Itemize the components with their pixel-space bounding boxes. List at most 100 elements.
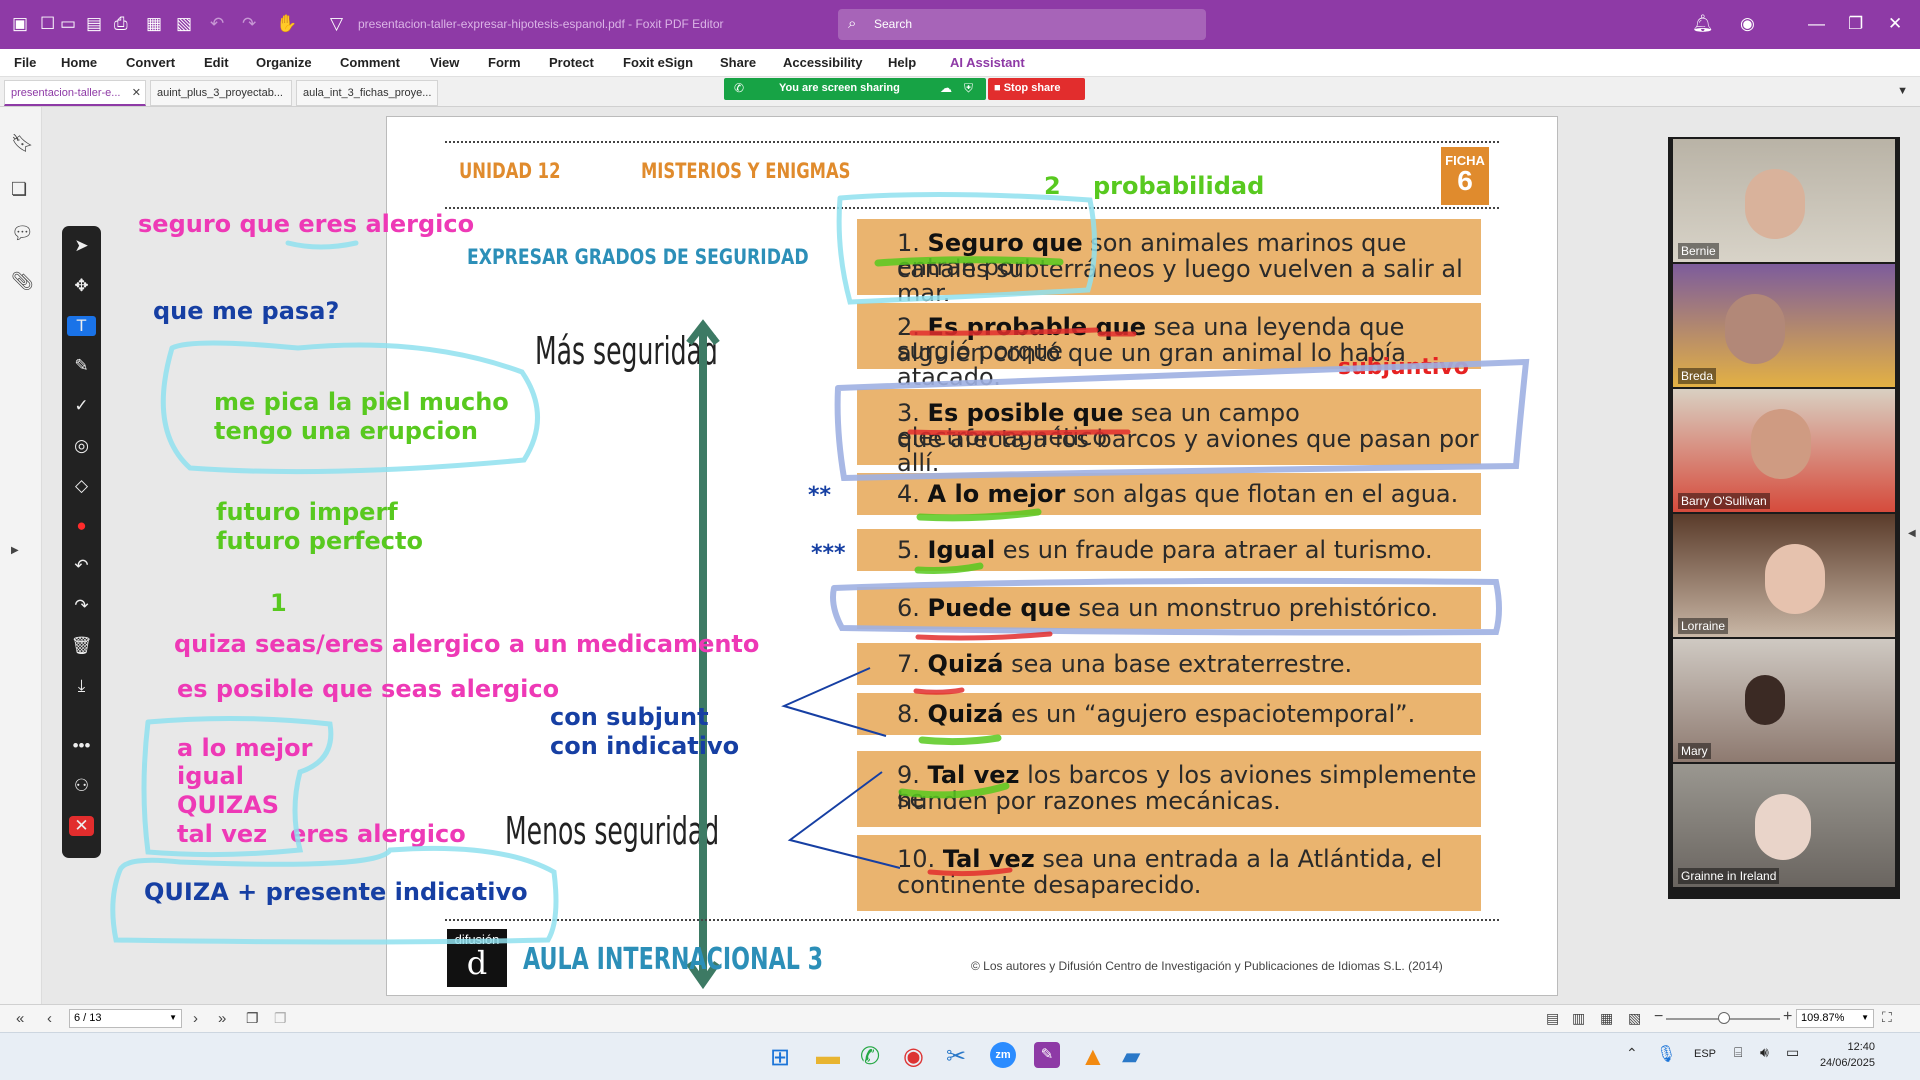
participant-tile[interactable]: Bernie [1673, 139, 1895, 262]
attachment-icon[interactable]: 📎︎ [11, 271, 34, 292]
pages-icon[interactable]: ❏ [11, 179, 27, 200]
menu-view[interactable]: View [430, 55, 459, 70]
whiteboard-icon[interactable]: ▰ [1122, 1042, 1140, 1071]
account-icon[interactable]: ◉ [1740, 14, 1755, 34]
vlc-icon[interactable]: ▲ [1080, 1041, 1106, 1072]
hand-tool-icon[interactable]: ✋ [276, 14, 297, 34]
stop-share-button[interactable]: ■ Stop share [988, 78, 1085, 100]
menu-organize[interactable]: Organize [256, 55, 312, 70]
bell-icon[interactable]: 🔔︎ [1692, 14, 1714, 34]
participant-tile[interactable]: Mary [1673, 639, 1895, 762]
last-page-icon[interactable]: » [218, 1010, 226, 1027]
print-icon[interactable]: ⎙ [114, 14, 128, 34]
volume-icon[interactable]: 🔊︎ [1760, 1044, 1769, 1061]
select-tool-icon[interactable]: ➤ [62, 236, 101, 256]
tray-chevron-icon[interactable]: ⌃ [1626, 1045, 1638, 1062]
undo-icon[interactable]: ↶ [210, 14, 224, 34]
export-icon[interactable]: ▦ [146, 14, 162, 34]
new-icon[interactable]: ☐ [40, 14, 55, 34]
first-page-icon[interactable]: « [16, 1010, 24, 1027]
redo-ink-icon[interactable]: ↷ [62, 596, 101, 616]
clock-time[interactable]: 12:40 [1825, 1041, 1875, 1053]
microphone-icon[interactable]: 🎙︎ [1656, 1044, 1676, 1064]
zoom-slider-thumb[interactable] [1718, 1012, 1730, 1024]
copy-view-icon[interactable]: ❐ [246, 1010, 259, 1027]
redo-icon[interactable]: ↷ [242, 14, 256, 34]
bookmark-icon[interactable]: 🔖︎ [11, 133, 34, 154]
create-icon[interactable]: ▧ [176, 14, 192, 34]
check-tool-icon[interactable]: ✓ [62, 396, 101, 416]
fullscreen-icon[interactable]: ⛶ [1882, 1009, 1892, 1026]
move-tool-icon[interactable]: ✥ [62, 276, 101, 296]
thumbnail-view-icon[interactable]: ▧ [1628, 1010, 1641, 1027]
menu-form[interactable]: Form [488, 55, 521, 70]
menu-ai-assistant[interactable]: AI Assistant [950, 55, 1025, 70]
language-indicator[interactable]: ESP [1694, 1048, 1716, 1060]
stamp-tool-icon[interactable]: ◎ [62, 436, 101, 456]
close-toolbar-icon[interactable]: ✕ [69, 816, 94, 836]
zoom-out-icon[interactable]: − [1654, 1008, 1663, 1026]
menu-home[interactable]: Home [61, 55, 97, 70]
participant-tile[interactable]: Barry O'Sullivan [1673, 389, 1895, 512]
file-explorer-icon[interactable]: ▬ [816, 1043, 840, 1071]
page-number-field[interactable]: 6 / 13 ▼ [69, 1009, 182, 1028]
next-page-icon[interactable]: › [193, 1010, 198, 1027]
menu-comment[interactable]: Comment [340, 55, 400, 70]
participant-tile[interactable]: Grainne in Ireland [1673, 764, 1895, 887]
comments-icon[interactable]: 💬︎ [11, 223, 34, 244]
zoom-app-icon[interactable]: zm [990, 1042, 1016, 1068]
chrome-icon[interactable]: ◉ [903, 1042, 924, 1071]
continuous-page-icon[interactable]: ▥ [1572, 1010, 1585, 1027]
tab-auint-plus[interactable]: auint_plus_3_proyectab... [150, 80, 292, 106]
clock-date[interactable]: 24/06/2025 [1811, 1057, 1875, 1069]
prev-page-icon[interactable]: ‹ [47, 1010, 52, 1027]
color-picker-icon[interactable]: ● [62, 516, 101, 536]
trash-icon[interactable]: 🗑︎ [62, 636, 101, 656]
collapse-panel-icon[interactable]: ◀ [1908, 528, 1916, 539]
zoom-level-field[interactable]: 109.87% ▼ [1796, 1009, 1874, 1028]
tab-presentacion[interactable]: presentacion-taller-e... ✕ [4, 80, 146, 106]
pen-tool-icon[interactable]: ✎ [62, 356, 101, 376]
snipping-tool-icon[interactable]: ✂ [946, 1042, 966, 1071]
minimize-icon[interactable]: — [1808, 14, 1825, 34]
menu-convert[interactable]: Convert [126, 55, 175, 70]
tab-aula-int[interactable]: aula_int_3_fichas_proye... [296, 80, 438, 106]
tab-list-chevron-icon[interactable]: ▼ [1897, 85, 1908, 97]
participant-tile[interactable]: Lorraine [1673, 514, 1895, 637]
menu-share[interactable]: Share [720, 55, 756, 70]
menu-accessibility[interactable]: Accessibility [783, 55, 863, 70]
close-icon[interactable]: ✕ [1888, 14, 1902, 34]
undo-ink-icon[interactable]: ↶ [62, 556, 101, 576]
close-tab-icon[interactable]: ✕ [132, 86, 141, 99]
participant-settings-icon[interactable]: ⚇ [62, 776, 101, 796]
eraser-tool-icon[interactable]: ◇ [62, 476, 101, 496]
single-page-icon[interactable]: ▤ [1546, 1010, 1559, 1027]
zoom-in-icon[interactable]: + [1783, 1008, 1792, 1026]
open-folder-icon[interactable]: ▭ [60, 14, 76, 34]
windows-start-icon[interactable]: ⊞ [770, 1043, 790, 1072]
menu-foxit-esign[interactable]: Foxit eSign [623, 55, 693, 70]
menu-file[interactable]: File [14, 55, 36, 70]
restore-icon[interactable]: ❐ [1848, 14, 1863, 34]
menu-help[interactable]: Help [888, 55, 916, 70]
facing-page-icon[interactable]: ▦ [1600, 1010, 1613, 1027]
save-icon[interactable]: ▤ [86, 14, 102, 34]
participant-tile[interactable]: Breda [1673, 264, 1895, 387]
whatsapp-icon[interactable]: ✆ [860, 1042, 880, 1071]
split-view-icon[interactable]: ❐ [274, 1010, 287, 1027]
expand-panel-icon[interactable]: ▶ [11, 545, 19, 556]
menu-protect[interactable]: Protect [549, 55, 594, 70]
text-tool-icon[interactable]: T [67, 316, 96, 336]
statement-text: 10. Tal vez sea una entrada a la Atlánti… [897, 847, 1442, 871]
menu-edit[interactable]: Edit [204, 55, 229, 70]
search-box[interactable]: ⌕ Search [838, 9, 1206, 40]
menu-bar: File Home Convert Edit Organize Comment … [0, 49, 1920, 77]
network-icon[interactable]: ⌸ [1734, 1044, 1742, 1061]
battery-icon[interactable]: ▭ [1786, 1044, 1799, 1061]
customize-icon[interactable]: ▽ [330, 14, 343, 34]
foxit-app-icon[interactable]: ✎ [1034, 1042, 1060, 1068]
annotation-two-stars: ** [808, 483, 832, 508]
download-icon[interactable]: ⤓ [62, 676, 101, 696]
title-bar: ▣ ☐ ▭ ▤ ⎙ ▦ ▧ ↶ ↷ ✋ ▽ presentacion-talle… [0, 0, 1920, 49]
more-icon[interactable]: ••• [62, 736, 101, 756]
